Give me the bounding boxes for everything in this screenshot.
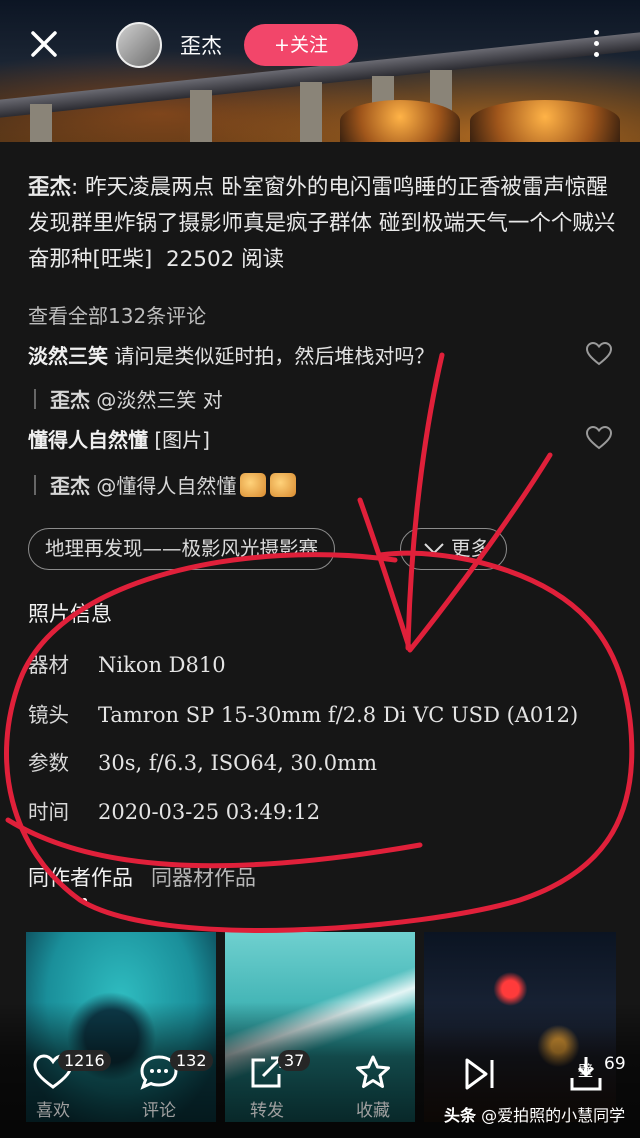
like-button[interactable]: 1216 喜欢 [8, 1040, 111, 1121]
red-arrow-shaft [405, 352, 445, 651]
star-icon [356, 1055, 390, 1088]
username[interactable]: 歪杰 [180, 30, 222, 60]
collect-button[interactable]: 收藏 [328, 1040, 418, 1121]
bridge-pillar [30, 104, 52, 142]
read-count: 22502 阅读 [165, 247, 285, 272]
view-all-comments-link[interactable]: 查看全部132条评论 [28, 300, 206, 329]
comment-item[interactable]: 淡然三笑 请问是类似延时拍，然后堆栈对吗？ [28, 340, 434, 369]
more-chip-label: 更多 [451, 537, 491, 560]
close-button[interactable] [26, 26, 62, 62]
like-comment-heart-icon[interactable] [586, 426, 612, 450]
info-key: 镜头 [28, 703, 69, 727]
bridge-pillar [190, 90, 212, 142]
avatar[interactable] [116, 22, 162, 68]
top-bar: 歪杰 +关注 [0, 0, 640, 90]
info-value: 30s, f/6.3, ISO64, 30.0mm [98, 751, 377, 775]
more-dots-icon [593, 30, 599, 35]
red-underline-mark [5, 817, 423, 869]
like-label: 喜欢 [36, 1101, 70, 1121]
comment-author[interactable]: 淡然三笑 [28, 344, 108, 368]
thumbs-up-emoji-icon [270, 473, 297, 497]
tree-shape [470, 100, 620, 142]
comment-button[interactable]: 132 评论 [114, 1040, 213, 1121]
more-options-button[interactable] [582, 24, 610, 68]
topic-chip[interactable]: 地理再发现——极影风光摄影赛 [28, 528, 336, 570]
more-chip[interactable]: 更多 [400, 528, 508, 570]
reply-text: @淡然三笑 对 [90, 388, 223, 412]
reply-author[interactable]: 歪杰 [50, 388, 90, 412]
tree-shape [340, 100, 460, 142]
more-dot [593, 41, 599, 46]
wallpaper-count: 69 [604, 1054, 626, 1074]
info-row-camera: 器材 Nikon D810 [28, 648, 226, 678]
info-row-time: 时间 2020-03-25 03:49:12 [28, 795, 320, 825]
share-button[interactable]: 37 转发 [222, 1040, 312, 1121]
more-dot [593, 52, 599, 57]
info-row-params: 参数 30s, f/6.3, ISO64, 30.0mm [28, 746, 377, 776]
comment-label: 评论 [142, 1101, 176, 1121]
watermark-brand: 头条 [444, 1106, 477, 1125]
info-row-lens: 镜头 Tamron SP 15-30mm f/2.8 Di VC USD (A01… [28, 698, 578, 728]
info-key: 器材 [28, 653, 69, 677]
post-text: 歪杰: 昨天凌晨两点 卧室窗外的电闪雷鸣睡的正香被雷声惊醒 发现群里炸锅了摄影师… [28, 170, 618, 278]
comment-text: 请问是类似延时拍，然后堆栈对吗？ [108, 344, 435, 368]
reply-item[interactable]: 歪杰 @淡然三笑 对 [28, 384, 223, 413]
comment-item[interactable]: 懂得人自然懂 [图片] [28, 424, 210, 453]
reply-item[interactable]: 歪杰 @懂得人自然懂 [28, 470, 297, 499]
info-key: 时间 [28, 800, 69, 824]
info-value: Nikon D810 [98, 653, 226, 677]
watermark-account: @爱拍照的小慧同学 [476, 1106, 626, 1125]
reply-author[interactable]: 歪杰 [50, 474, 90, 498]
tab-same-author[interactable]: 同作者作品 [28, 866, 133, 890]
like-count: 1216 [58, 1050, 111, 1071]
info-key: 参数 [28, 751, 69, 775]
share-label: 转发 [250, 1101, 284, 1121]
watermark: 头条 @爱拍照的小慧同学 [444, 1102, 625, 1126]
post-body: : 昨天凌晨两点 卧室窗外的电闪雷鸣睡的正香被雷声惊醒 发现群里炸锅了摄影师真是… [28, 175, 616, 272]
like-comment-heart-icon[interactable] [586, 342, 612, 366]
active-tab-indicator [82, 898, 87, 903]
chevron-down-icon [424, 543, 444, 555]
post-author[interactable]: 歪杰 [28, 175, 71, 200]
comment-count: 132 [170, 1050, 213, 1071]
comment-text: [图片] [148, 428, 210, 452]
thumbs-up-emoji-icon [240, 473, 267, 497]
info-value: Tamron SP 15-30mm f/2.8 Di VC USD (A012) [98, 703, 579, 727]
info-value: 2020-03-25 03:49:12 [98, 800, 321, 824]
close-icon [31, 31, 57, 57]
comment-author[interactable]: 懂得人自然懂 [28, 428, 148, 452]
wallpaper-label: 壁 [578, 1062, 594, 1080]
tab-same-equipment[interactable]: 同器材作品 [151, 866, 256, 890]
follow-button[interactable]: +关注 [244, 24, 358, 66]
works-tabs: 同作者作品 同器材作品 [28, 862, 256, 892]
collect-label: 收藏 [356, 1101, 390, 1121]
share-count: 37 [278, 1050, 311, 1071]
photo-info-title: 照片信息 [28, 602, 112, 626]
next-track-icon[interactable] [462, 1054, 498, 1094]
bridge-pillar [300, 82, 322, 142]
reply-text: @懂得人自然懂 [90, 474, 237, 498]
